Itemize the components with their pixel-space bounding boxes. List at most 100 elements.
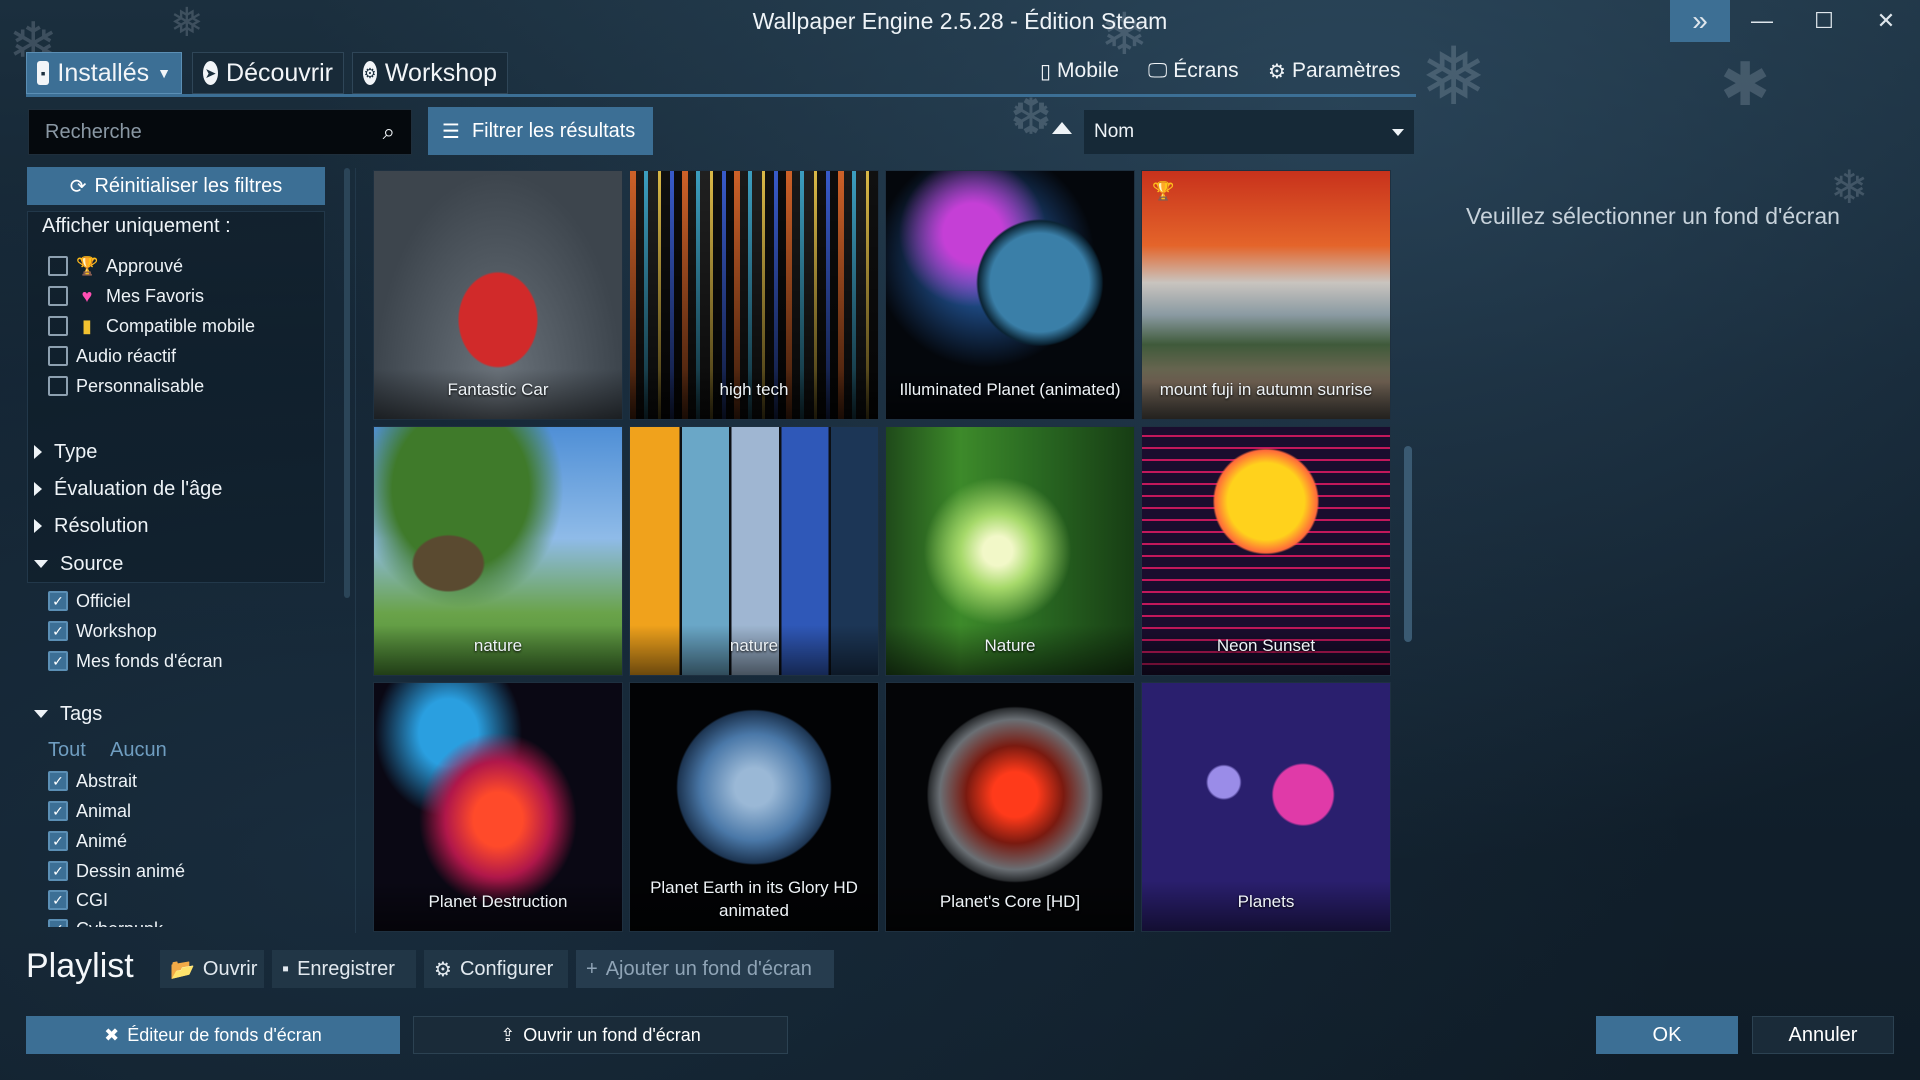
button-label: Annuler [1788, 1023, 1858, 1046]
checkbox[interactable]: ✓ [48, 771, 68, 791]
button-label: Configurer [459, 957, 554, 980]
select-wallpaper-hint: Veuillez sélectionner un fond d'écran [1466, 203, 1840, 229]
wallpaper-card[interactable]: nature [373, 426, 623, 676]
trophy-icon: 🏆 [1152, 181, 1175, 201]
sort-select[interactable]: Nom [1084, 110, 1414, 154]
wallpaper-card[interactable]: high tech [629, 170, 879, 420]
checkbox[interactable] [48, 346, 68, 366]
checkbox[interactable]: ✓ [48, 651, 68, 671]
section-source[interactable]: Source [34, 549, 123, 579]
tag-item[interactable]: ✓ Animal [48, 798, 131, 824]
sort-direction-button[interactable] [1052, 122, 1072, 134]
tag-label: CGI [76, 889, 109, 910]
minimize-button[interactable]: — [1732, 0, 1792, 42]
checkbox[interactable] [48, 256, 68, 276]
search-icon[interactable]: ⌕ [383, 119, 395, 145]
playlist-save-button[interactable]: ▪ Enregistrer [272, 950, 416, 988]
chevron-down-icon: ▼ [157, 65, 171, 81]
checkbox[interactable] [48, 376, 68, 396]
filter-label: Audio réactif [76, 345, 177, 366]
tab-underline [26, 94, 1416, 97]
tab-installed[interactable]: ▪ Installés ▼ [26, 52, 182, 94]
close-icon: ✕ [1876, 8, 1896, 33]
source-my-wallpapers[interactable]: ✓ Mes fonds d'écran [48, 648, 223, 674]
source-official[interactable]: ✓ Officiel [48, 588, 131, 614]
filter-audio-reactive[interactable]: Audio réactif [48, 343, 176, 369]
tag-item[interactable]: ✓ Animé [48, 828, 127, 854]
section-resolution[interactable]: Résolution [34, 511, 149, 541]
search-input[interactable] [45, 120, 383, 144]
tag-item[interactable]: ✓ Dessin animé [48, 858, 185, 884]
section-age-rating[interactable]: Évaluation de l'âge [34, 474, 222, 504]
checkbox[interactable]: ✓ [48, 831, 68, 851]
minimize-icon: — [1751, 8, 1773, 33]
wallpaper-card[interactable]: Planets [1141, 682, 1391, 932]
checkbox[interactable]: ✓ [48, 890, 68, 910]
tab-workshop[interactable]: ⚙ Workshop [352, 52, 508, 94]
tab-label: Workshop [384, 58, 497, 87]
playlist-add-wallpaper-button[interactable]: + Ajouter un fond d'écran [576, 950, 834, 988]
checkbox[interactable]: ✓ [48, 919, 68, 927]
checkbox[interactable]: ✓ [48, 801, 68, 821]
wallpaper-card[interactable]: Fantastic Car [373, 170, 623, 420]
checkbox[interactable]: ✓ [48, 591, 68, 611]
screens-button[interactable]: 🖵 Écrans [1148, 55, 1239, 87]
filter-approved[interactable]: 🏆 Approuvé [48, 253, 183, 279]
playlist-open-button[interactable]: 📂 Ouvrir [160, 950, 264, 988]
wallpaper-card[interactable]: Planet Earth in its Glory HD animated [629, 682, 879, 932]
button-label: Ajouter un fond d'écran [605, 957, 812, 980]
expand-panel-button[interactable]: » [1670, 0, 1730, 42]
playlist-configure-button[interactable]: ⚙ Configurer [424, 950, 568, 988]
wallpaper-card[interactable]: Planet Destruction [373, 682, 623, 932]
checkbox[interactable]: ✓ [48, 621, 68, 641]
checkbox[interactable] [48, 286, 68, 306]
wallpaper-card[interactable]: Planet's Core [HD] [885, 682, 1135, 932]
tab-discover[interactable]: ➤ Découvrir [192, 52, 344, 94]
tag-label: Animal [76, 800, 132, 821]
mobile-button[interactable]: ▯ Mobile [1040, 55, 1119, 87]
filter-mobile-compatible[interactable]: ▮ Compatible mobile [48, 313, 255, 339]
wallpaper-title: Fantastic Car [374, 369, 622, 419]
sidebar-scrollbar[interactable] [344, 168, 350, 598]
filter-label: Workshop [76, 620, 157, 641]
filter-label: Approuvé [106, 255, 184, 276]
checkbox[interactable]: ✓ [48, 861, 68, 881]
compass-icon: ➤ [203, 61, 219, 85]
tags-select-none-link[interactable]: Aucun [110, 739, 167, 762]
tab-label: Découvrir [226, 58, 333, 87]
grid-scrollbar[interactable] [1404, 446, 1412, 642]
section-type[interactable]: Type [34, 437, 97, 467]
tools-icon: ✖ [104, 1024, 120, 1045]
tag-item[interactable]: ✓ Cyberpunk [48, 916, 163, 927]
maximize-button[interactable]: ☐ [1794, 0, 1854, 42]
reset-filters-button[interactable]: ⟳ Réinitialiser les filtres [27, 167, 325, 205]
tags-select-all-link[interactable]: Tout [48, 739, 86, 762]
filter-results-button[interactable]: ☰ Filtrer les résultats [428, 107, 653, 155]
wallpaper-card[interactable]: 🏆 mount fuji in autumn sunrise [1141, 170, 1391, 420]
refresh-icon: ⟳ [69, 175, 87, 198]
wallpaper-editor-button[interactable]: ✖ Éditeur de fonds d'écran [26, 1016, 400, 1054]
wallpaper-title: Planets [1142, 881, 1390, 931]
trophy-icon: 🏆 [76, 255, 99, 276]
wallpaper-card[interactable]: Neon Sunset [1141, 426, 1391, 676]
tag-item[interactable]: ✓ Abstrait [48, 768, 137, 794]
filter-favorites[interactable]: ♥ Mes Favoris [48, 283, 204, 309]
section-tags[interactable]: Tags [34, 699, 102, 729]
open-wallpaper-button[interactable]: ⇪ Ouvrir un fond d'écran [413, 1016, 788, 1054]
wallpaper-card[interactable]: Nature [885, 426, 1135, 676]
close-button[interactable]: ✕ [1856, 0, 1916, 42]
wallpaper-title: Planet's Core [HD] [886, 881, 1134, 931]
sidebar-divider [355, 168, 356, 933]
filter-customizable[interactable]: Personnalisable [48, 373, 204, 399]
wallpaper-card[interactable]: Illuminated Planet (animated) [885, 170, 1135, 420]
tag-item[interactable]: ✓ CGI [48, 887, 108, 913]
wallpaper-card[interactable]: nature [629, 426, 879, 676]
app-window: ❄ ❅ ❄ ❅ ✱ ❄ ❆ Wallpaper Engine 2.5.28 - … [0, 0, 1920, 1080]
source-workshop[interactable]: ✓ Workshop [48, 618, 157, 644]
caret-right-icon [34, 445, 42, 459]
checkbox[interactable] [48, 316, 68, 336]
ok-button[interactable]: OK [1596, 1016, 1738, 1054]
cancel-button[interactable]: Annuler [1752, 1016, 1894, 1054]
search-box: ⌕ [28, 109, 412, 155]
settings-button[interactable]: ⚙ Paramètres [1268, 55, 1400, 87]
